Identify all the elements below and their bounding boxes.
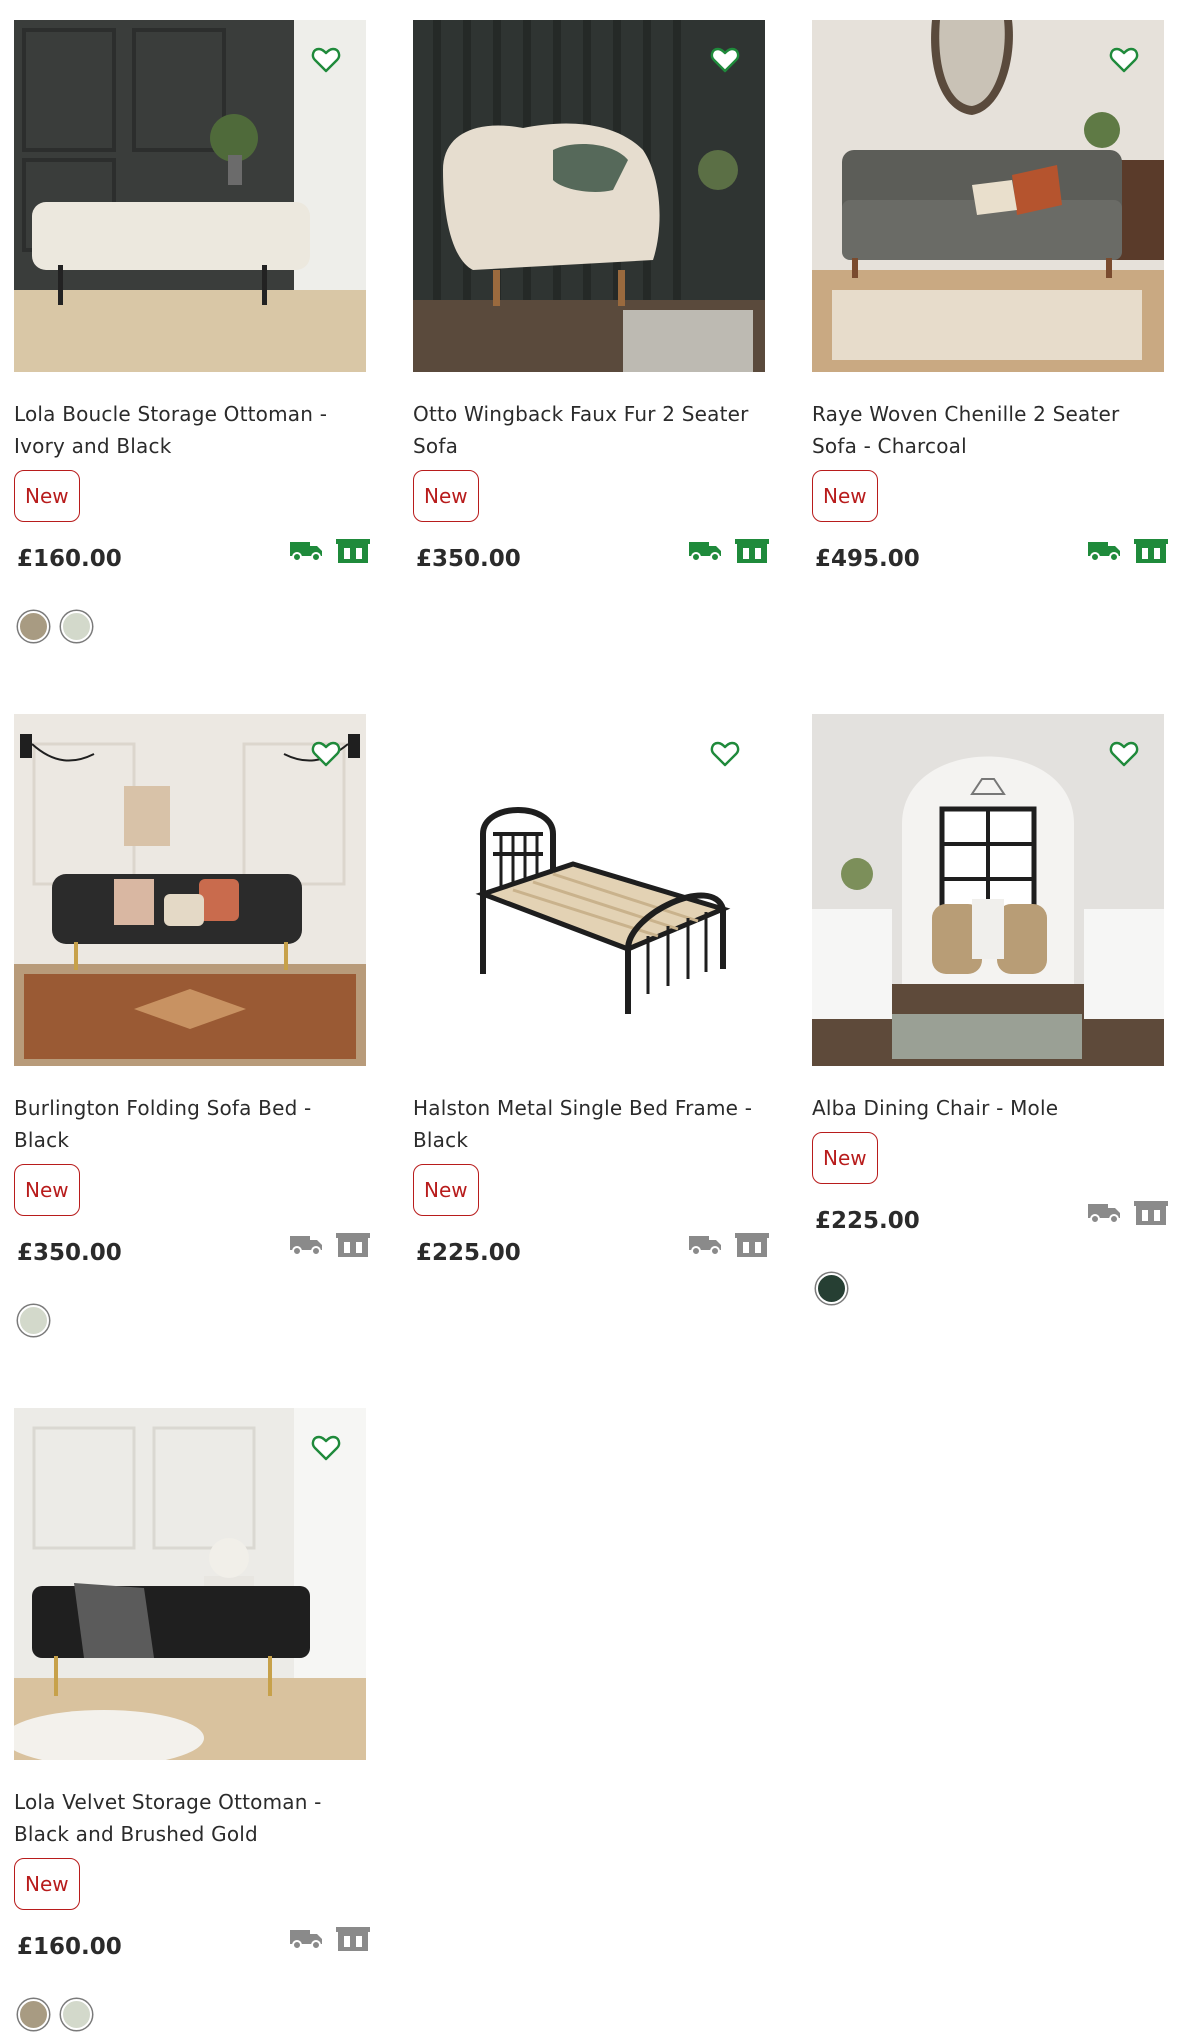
collect-store-icon [735, 1233, 769, 1257]
delivery-truck-icon [290, 1928, 324, 1950]
colour-swatches [18, 1999, 92, 2030]
product-image[interactable] [14, 714, 366, 1066]
colour-swatch[interactable] [816, 1273, 847, 1304]
product-title[interactable]: Lola Boucle Storage Ottoman - Ivory and … [14, 398, 370, 462]
product-price: £160.00 [17, 546, 122, 572]
delivery-truck-icon [689, 540, 723, 562]
colour-swatch[interactable] [18, 1999, 49, 2030]
delivery-truck-icon [689, 1234, 723, 1256]
product-image[interactable] [812, 20, 1164, 372]
service-icons [689, 1233, 769, 1257]
new-badge: New [812, 1132, 878, 1184]
wishlist-heart-icon[interactable] [1108, 738, 1140, 770]
product-title[interactable]: Burlington Folding Sofa Bed - Black [14, 1092, 370, 1156]
delivery-truck-icon [1088, 1202, 1122, 1224]
service-icons [290, 539, 370, 563]
collect-store-icon [336, 1233, 370, 1257]
collect-store-icon [336, 1927, 370, 1951]
wishlist-heart-icon[interactable] [1108, 44, 1140, 76]
new-badge: New [413, 470, 479, 522]
wishlist-heart-icon[interactable] [310, 738, 342, 770]
collect-store-icon [336, 539, 370, 563]
product-image[interactable] [14, 20, 366, 372]
product-price: £350.00 [416, 546, 521, 572]
new-badge: New [812, 470, 878, 522]
service-icons [1088, 1201, 1168, 1225]
delivery-truck-icon [290, 540, 324, 562]
product-card[interactable]: Otto Wingback Faux Fur 2 Seater Sofa New… [413, 20, 769, 640]
new-badge: New [14, 1164, 80, 1216]
collect-store-icon [735, 539, 769, 563]
colour-swatch[interactable] [18, 1305, 49, 1336]
product-card[interactable]: Raye Woven Chenille 2 Seater Sofa - Char… [812, 20, 1168, 640]
delivery-truck-icon [1088, 540, 1122, 562]
product-image[interactable] [413, 714, 765, 1066]
product-price: £225.00 [815, 1208, 920, 1234]
product-title[interactable]: Lola Velvet Storage Ottoman - Black and … [14, 1786, 370, 1850]
product-title[interactable]: Halston Metal Single Bed Frame - Black [413, 1092, 769, 1156]
colour-swatches [18, 611, 92, 642]
product-image[interactable] [413, 20, 765, 372]
product-title[interactable]: Raye Woven Chenille 2 Seater Sofa - Char… [812, 398, 1168, 462]
product-title[interactable]: Otto Wingback Faux Fur 2 Seater Sofa [413, 398, 769, 462]
product-price: £495.00 [815, 546, 920, 572]
product-image[interactable] [14, 1408, 366, 1760]
collect-store-icon [1134, 539, 1168, 563]
wishlist-heart-icon[interactable] [709, 738, 741, 770]
product-price: £350.00 [17, 1240, 122, 1266]
product-card[interactable]: Alba Dining Chair - Mole New £225.00 [812, 714, 1168, 1334]
service-icons [290, 1927, 370, 1951]
colour-swatch[interactable] [61, 611, 92, 642]
new-badge: New [14, 470, 80, 522]
product-title[interactable]: Alba Dining Chair - Mole [812, 1092, 1168, 1124]
wishlist-heart-icon[interactable] [709, 44, 741, 76]
product-card[interactable]: Lola Boucle Storage Ottoman - Ivory and … [14, 20, 370, 642]
colour-swatches [18, 1305, 49, 1336]
service-icons [689, 539, 769, 563]
product-grid: Lola Boucle Storage Ottoman - Ivory and … [0, 0, 1200, 2043]
delivery-truck-icon [290, 1234, 324, 1256]
wishlist-heart-icon[interactable] [310, 1432, 342, 1464]
product-card[interactable]: Burlington Folding Sofa Bed - Black New … [14, 714, 370, 1336]
product-card[interactable]: Lola Velvet Storage Ottoman - Black and … [14, 1408, 370, 2030]
product-card[interactable]: Halston Metal Single Bed Frame - Black N… [413, 714, 769, 1334]
product-image[interactable] [812, 714, 1164, 1066]
colour-swatch[interactable] [61, 1999, 92, 2030]
new-badge: New [413, 1164, 479, 1216]
service-icons [1088, 539, 1168, 563]
collect-store-icon [1134, 1201, 1168, 1225]
product-price: £160.00 [17, 1934, 122, 1960]
new-badge: New [14, 1858, 80, 1910]
wishlist-heart-icon[interactable] [310, 44, 342, 76]
service-icons [290, 1233, 370, 1257]
colour-swatches [816, 1273, 847, 1304]
colour-swatch[interactable] [18, 611, 49, 642]
product-price: £225.00 [416, 1240, 521, 1266]
